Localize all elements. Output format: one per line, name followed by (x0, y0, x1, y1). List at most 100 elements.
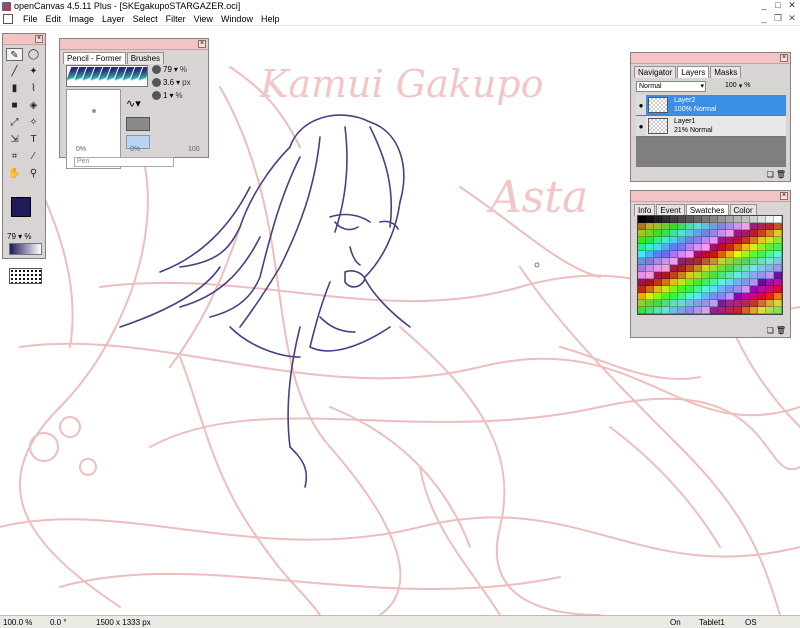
swatch-cell[interactable] (774, 272, 782, 279)
swatch-cell[interactable] (766, 300, 774, 307)
swatch-cell[interactable] (702, 216, 710, 223)
swatch-cell[interactable] (734, 307, 742, 314)
primary-color-swatch[interactable] (11, 197, 31, 217)
swatch-cell[interactable] (774, 223, 782, 230)
swatch-cell[interactable] (694, 286, 702, 293)
swatch-cell[interactable] (710, 307, 718, 314)
swatch-cell[interactable] (734, 265, 742, 272)
swatch-cell[interactable] (646, 272, 654, 279)
swatch-cell[interactable] (662, 300, 670, 307)
swatch-cell[interactable] (686, 230, 694, 237)
swatch-cell[interactable] (742, 286, 750, 293)
swatch-cell[interactable] (670, 272, 678, 279)
swatch-cell[interactable] (654, 237, 662, 244)
swatch-cell[interactable] (766, 307, 774, 314)
swatch-cell[interactable] (718, 251, 726, 258)
swatch-cell[interactable] (702, 223, 710, 230)
swatch-cell[interactable] (678, 300, 686, 307)
swatch-cell[interactable] (710, 265, 718, 272)
swatch-cell[interactable] (678, 216, 686, 223)
swatch-cell[interactable] (702, 265, 710, 272)
swatch-cell[interactable] (718, 279, 726, 286)
swatch-cell[interactable] (718, 216, 726, 223)
swatches-panel-close-icon[interactable]: × (780, 192, 788, 200)
swatch-cell[interactable] (726, 265, 734, 272)
swatch-cell[interactable] (742, 223, 750, 230)
swatch-cell[interactable] (766, 293, 774, 300)
swatch-cell[interactable] (678, 237, 686, 244)
swatch-cell[interactable] (718, 272, 726, 279)
swatch-cell[interactable] (662, 258, 670, 265)
pattern-swatch[interactable] (9, 268, 42, 284)
swatch-cell[interactable] (710, 300, 718, 307)
swatch-cell[interactable] (670, 258, 678, 265)
swatch-cell[interactable] (662, 230, 670, 237)
swatch-cell[interactable] (734, 258, 742, 265)
blend-mode-select[interactable]: Normal (636, 81, 706, 92)
swatch-cell[interactable] (646, 293, 654, 300)
swatch-cell[interactable] (678, 251, 686, 258)
swatch-cell[interactable] (678, 265, 686, 272)
maximize-icon[interactable]: □ (772, 0, 784, 11)
lasso-tool-icon[interactable]: ◯ (25, 48, 42, 61)
pencil-tool-icon[interactable]: ✎ (6, 48, 23, 61)
swatch-cell[interactable] (638, 216, 646, 223)
swatch-cell[interactable] (670, 244, 678, 251)
swatch-cell[interactable] (734, 223, 742, 230)
swatch-cell[interactable] (742, 293, 750, 300)
swatch-cell[interactable] (750, 265, 758, 272)
swatch-cell[interactable] (766, 251, 774, 258)
trash-icon[interactable]: 🗑 (776, 326, 786, 335)
swatch-cell[interactable] (750, 237, 758, 244)
swatch-cell[interactable] (750, 216, 758, 223)
brush-preset-strip[interactable] (66, 65, 148, 87)
hand-tool-icon[interactable]: ✋ (6, 167, 23, 180)
pressure-curve-icon[interactable]: ∿▾ (126, 97, 141, 110)
swatch-cell[interactable] (654, 300, 662, 307)
swatch-cell[interactable] (638, 272, 646, 279)
swatch-cell[interactable] (638, 230, 646, 237)
swatch-cell[interactable] (686, 286, 694, 293)
swatch-cell[interactable] (758, 237, 766, 244)
swatch-cell[interactable] (750, 223, 758, 230)
swatch-cell[interactable] (638, 237, 646, 244)
swatch-cell[interactable] (734, 286, 742, 293)
swatch-cell[interactable] (694, 216, 702, 223)
swatch-cell[interactable] (734, 251, 742, 258)
swatch-cell[interactable] (654, 251, 662, 258)
swatch-cell[interactable] (774, 300, 782, 307)
swatch-cell[interactable] (702, 251, 710, 258)
swatch-cell[interactable] (774, 251, 782, 258)
zoom-tool-icon[interactable]: ⚲ (25, 167, 42, 180)
swatch-cell[interactable] (726, 258, 734, 265)
layer-opacity[interactable]: 100 ▾% (725, 82, 750, 90)
tab-layers[interactable]: Layers (677, 66, 710, 78)
tools-panel-header[interactable]: × (3, 34, 45, 45)
swatch-cell[interactable] (662, 293, 670, 300)
swatch-cell[interactable] (742, 230, 750, 237)
swatch-cell[interactable] (662, 279, 670, 286)
swatch-cell[interactable] (662, 244, 670, 251)
swatch-cell[interactable] (758, 286, 766, 293)
swatch-cell[interactable] (686, 300, 694, 307)
swatch-cell[interactable] (646, 265, 654, 272)
document-icon[interactable] (3, 13, 13, 24)
swatch-cell[interactable] (694, 265, 702, 272)
swatch-cell[interactable] (750, 258, 758, 265)
menu-select[interactable]: Select (129, 14, 162, 24)
swatch-cell[interactable] (686, 279, 694, 286)
swatch-cell[interactable] (726, 230, 734, 237)
swatch-cell[interactable] (638, 279, 646, 286)
swatch-cell[interactable] (758, 279, 766, 286)
brush-panel-close-icon[interactable]: × (198, 40, 206, 48)
swatch-cell[interactable] (678, 279, 686, 286)
swatch-cell[interactable] (654, 244, 662, 251)
eyedropper-tool-icon[interactable]: ⌇ (25, 82, 42, 95)
swatch-cell[interactable] (726, 216, 734, 223)
swatch-cell[interactable] (646, 300, 654, 307)
swatch-cell[interactable] (694, 293, 702, 300)
swatch-cell[interactable] (662, 265, 670, 272)
swatch-cell[interactable] (750, 279, 758, 286)
swatch-cell[interactable] (774, 286, 782, 293)
swatch-cell[interactable] (662, 251, 670, 258)
